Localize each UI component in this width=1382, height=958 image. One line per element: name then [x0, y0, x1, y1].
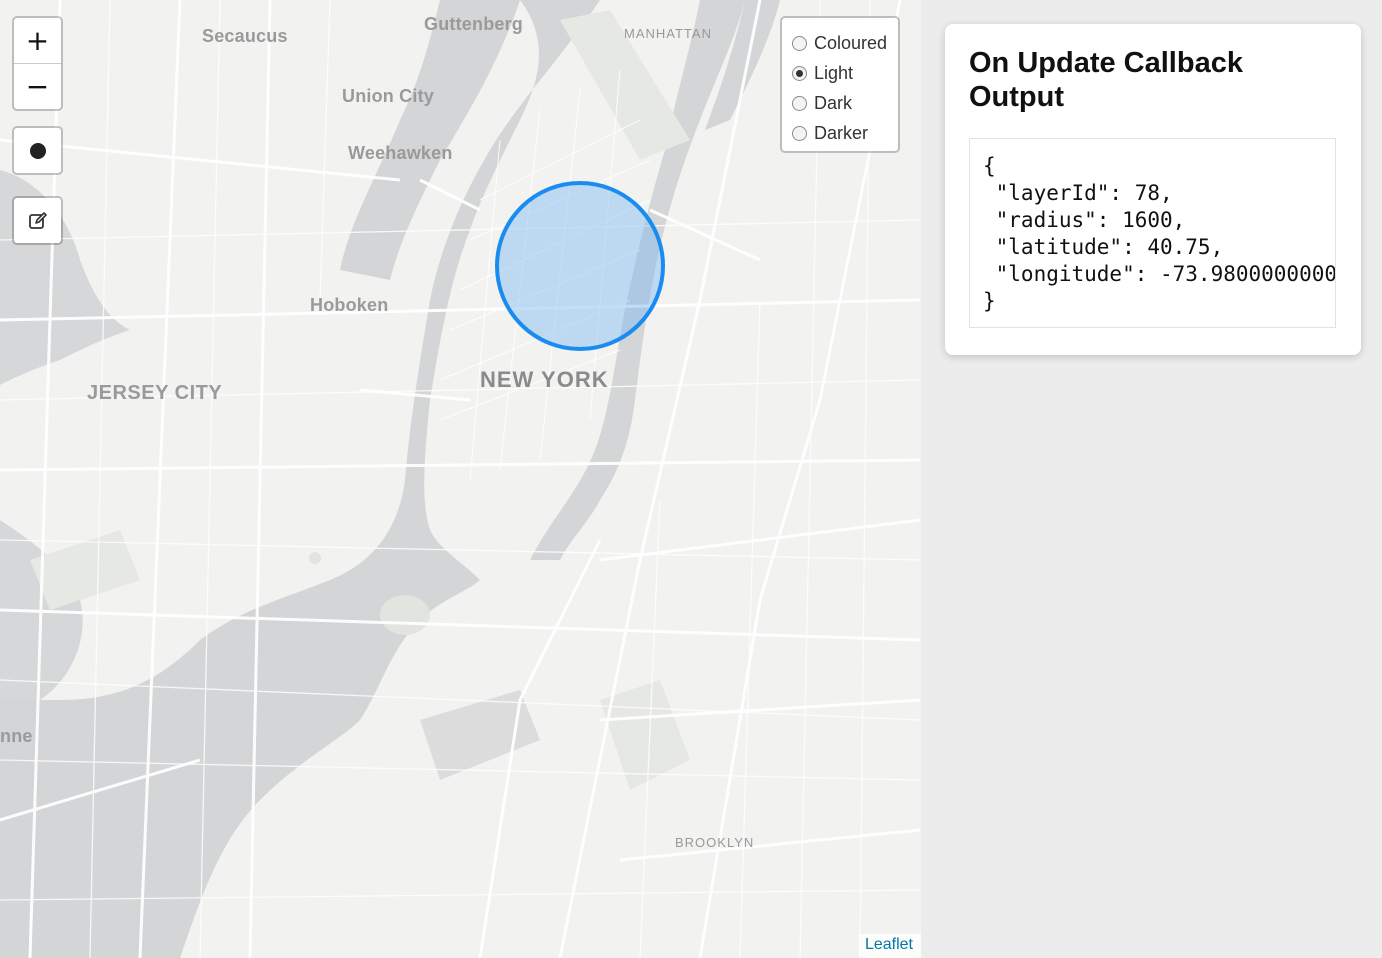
map-container[interactable]: Secaucus Guttenberg MANHATTAN Union City…	[0, 0, 921, 958]
radio-button[interactable]	[792, 35, 807, 51]
zoom-in-button[interactable]: +	[14, 18, 61, 63]
edit-layers-button[interactable]	[14, 198, 61, 243]
radio-button[interactable]	[792, 65, 807, 81]
leaflet-link[interactable]: Leaflet	[865, 936, 913, 953]
label-new-york: NEW YORK	[480, 367, 609, 392]
edit-toolbar	[12, 196, 63, 245]
plus-icon: +	[25, 23, 50, 57]
layer-option-coloured[interactable]: Coloured	[792, 28, 890, 58]
layer-option-label: Dark	[814, 92, 853, 113]
radio-button[interactable]	[792, 95, 807, 111]
label-secaucus: Secaucus	[202, 26, 288, 46]
attribution: Leaflet	[858, 934, 921, 958]
layer-option-light[interactable]: Light	[792, 58, 890, 88]
layer-option-dark[interactable]: Dark	[792, 88, 890, 118]
layer-option-label: Darker	[814, 122, 869, 143]
label-jersey-city: JERSEY CITY	[87, 382, 223, 404]
label-manhattan: MANHATTAN	[624, 26, 712, 41]
zoom-out-button[interactable]: −	[14, 63, 61, 109]
drawn-circle[interactable]	[495, 181, 665, 351]
label-union-city: Union City	[342, 86, 434, 106]
zoom-control: + −	[12, 16, 63, 111]
label-guttenberg: Guttenberg	[424, 14, 523, 34]
layer-option-darker[interactable]: Darker	[792, 118, 890, 148]
circle-icon	[29, 142, 46, 159]
draw-toolbar	[12, 126, 63, 175]
callback-output-panel: On Update Callback Output { "layerId": 7…	[945, 24, 1361, 355]
layer-option-label: Coloured	[814, 32, 888, 53]
radio-button[interactable]	[792, 125, 807, 141]
edit-icon	[28, 211, 47, 229]
callback-output: { "layerId": 78, "radius": 1600, "latitu…	[969, 138, 1336, 328]
draw-circle-button[interactable]	[14, 128, 61, 173]
panel-title: On Update Callback Output	[969, 47, 1243, 113]
layer-option-label: Light	[814, 62, 854, 83]
label-brooklyn: BROOKLYN	[675, 835, 755, 850]
layers-control: Coloured Light Dark Darker	[780, 16, 900, 153]
label-bayonne: nne	[0, 726, 33, 746]
minus-icon: −	[25, 69, 50, 103]
label-weehawken: Weehawken	[348, 143, 453, 163]
label-hoboken: Hoboken	[310, 295, 389, 315]
